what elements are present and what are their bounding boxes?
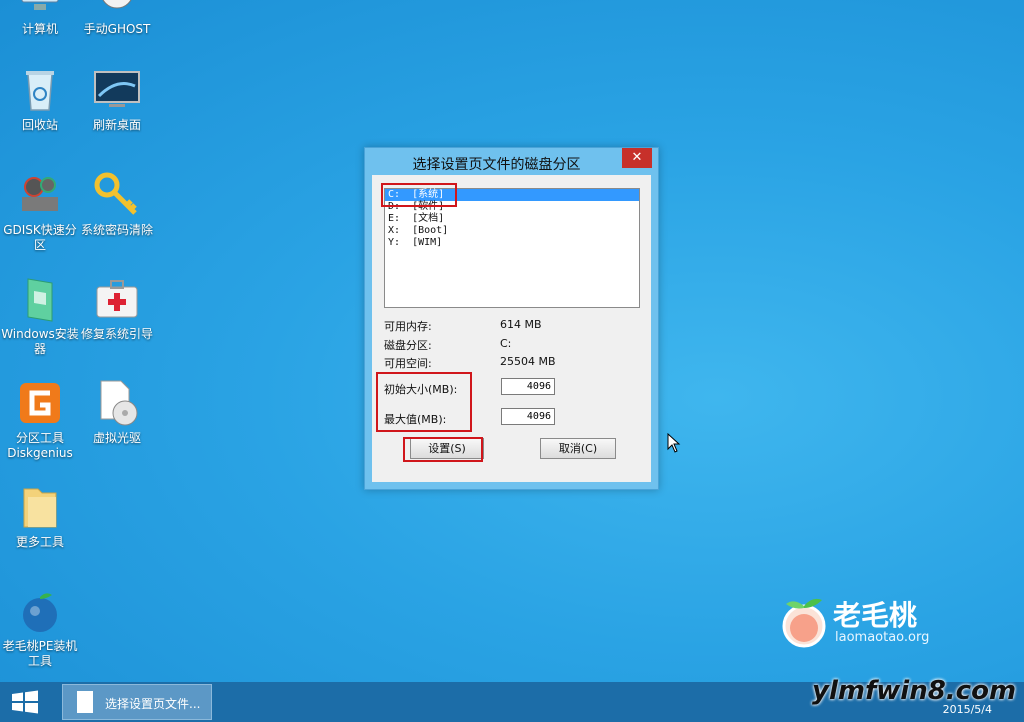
partition-item[interactable]: E: [文档]	[385, 213, 639, 225]
dialog-title: 选择设置页文件的磁盘分区	[412, 157, 581, 173]
desktop-icon-label: Windows安装器	[1, 327, 79, 356]
installer-box-icon	[16, 275, 64, 323]
virtual-drive-icon	[93, 379, 141, 427]
brand-url: laomaotao.org	[835, 630, 930, 645]
desktop-icon-password-clear[interactable]: 系统密码清除	[77, 171, 157, 238]
disk-partition-label: 磁盘分区:	[384, 339, 432, 352]
annotation-box-set-button	[403, 437, 483, 462]
desktop-icon-gdisk[interactable]: GDISK快速分区	[0, 171, 80, 253]
desktop-icon-label: 回收站	[21, 118, 58, 132]
first-aid-kit-icon	[93, 275, 141, 323]
brand-name: 老毛桃	[833, 599, 918, 632]
desktop-icon-label: 分区工具Diskgenius	[7, 431, 73, 460]
taskbar-item-label: 选择设置页文件...	[105, 697, 201, 711]
max-size-input[interactable]: 4096	[501, 408, 555, 425]
peach-icon	[16, 587, 64, 635]
recycle-bin-icon	[16, 66, 64, 114]
partition-item[interactable]: Y: [WIM]	[385, 237, 639, 249]
key-icon	[93, 171, 141, 219]
gears-icon	[16, 171, 64, 219]
desktop-icon-virtual-drive[interactable]: 虚拟光驱	[77, 379, 157, 446]
desktop-icon-label: 系统密码清除	[80, 223, 153, 237]
start-button[interactable]	[10, 690, 40, 714]
watermark: ylmfwin8.com	[812, 676, 1017, 706]
desktop-icon-more-tools[interactable]: 更多工具	[0, 483, 80, 550]
available-space-label: 可用空间:	[384, 357, 432, 370]
windows-logo-icon	[12, 690, 38, 714]
available-memory-label: 可用内存:	[384, 320, 432, 333]
annotation-box-size-fields	[376, 372, 472, 432]
desktop-icon-label: 计算机	[21, 22, 58, 36]
desktop-icon-label: 手动GHOST	[83, 22, 151, 36]
desktop-icon-label: 刷新桌面	[92, 118, 141, 132]
annotation-box-partition	[381, 183, 457, 207]
close-icon: ✕	[631, 150, 643, 165]
available-memory-value: 614 MB	[500, 318, 542, 331]
available-space-value: 25504 MB	[500, 355, 556, 368]
laomaotao-logo: 老毛桃 laomaotao.org	[778, 592, 958, 652]
initial-size-input[interactable]: 4096	[501, 378, 555, 395]
pagefile-partition-dialog: 选择设置页文件的磁盘分区 ✕ C: [系统] D: [软件] E: [文档] X…	[364, 147, 659, 490]
taskbar-item-dialog[interactable]: 选择设置页文件...	[62, 684, 212, 720]
monitor-icon	[93, 66, 141, 114]
desktop: 计算机 手动GHOST 回收站 刷新桌面 GDISK快速分区 系统密码清除 Wi…	[0, 0, 1024, 682]
cancel-button[interactable]: 取消(C)	[540, 438, 616, 459]
desktop-icon-label: GDISK快速分区	[3, 223, 77, 252]
desktop-icon-diskgenius[interactable]: 分区工具Diskgenius	[0, 379, 80, 461]
desktop-icon-label: 虚拟光驱	[92, 431, 141, 445]
ghost-icon	[93, 0, 141, 18]
partition-item[interactable]: X: [Boot]	[385, 225, 639, 237]
desktop-icon-windows-installer[interactable]: Windows安装器	[0, 275, 80, 357]
diskgenius-icon	[16, 379, 64, 427]
desktop-icon-computer[interactable]: 计算机	[0, 0, 80, 37]
computer-icon	[16, 0, 64, 18]
desktop-icon-repair-boot[interactable]: 修复系统引导	[77, 275, 157, 342]
desktop-icon-recycle-bin[interactable]: 回收站	[0, 66, 80, 133]
close-button[interactable]: ✕	[622, 148, 652, 168]
dialog-body: C: [系统] D: [软件] E: [文档] X: [Boot] Y: [WI…	[372, 175, 651, 482]
desktop-icon-refresh-desktop[interactable]: 刷新桌面	[77, 66, 157, 133]
desktop-icon-label: 老毛桃PE装机工具	[2, 639, 78, 668]
mouse-cursor-icon	[667, 433, 681, 453]
desktop-icon-label: 更多工具	[15, 535, 64, 549]
peach-logo-icon	[782, 598, 826, 648]
dialog-titlebar[interactable]: 选择设置页文件的磁盘分区 ✕	[365, 148, 658, 175]
desktop-icon-label: 修复系统引导	[80, 327, 153, 341]
document-icon	[77, 691, 93, 713]
disk-partition-value: C:	[500, 337, 512, 350]
desktop-icon-laomaotao-installer[interactable]: 老毛桃PE装机工具	[0, 587, 80, 669]
folder-icon	[16, 483, 64, 531]
desktop-icon-manual-ghost[interactable]: 手动GHOST	[77, 0, 157, 37]
